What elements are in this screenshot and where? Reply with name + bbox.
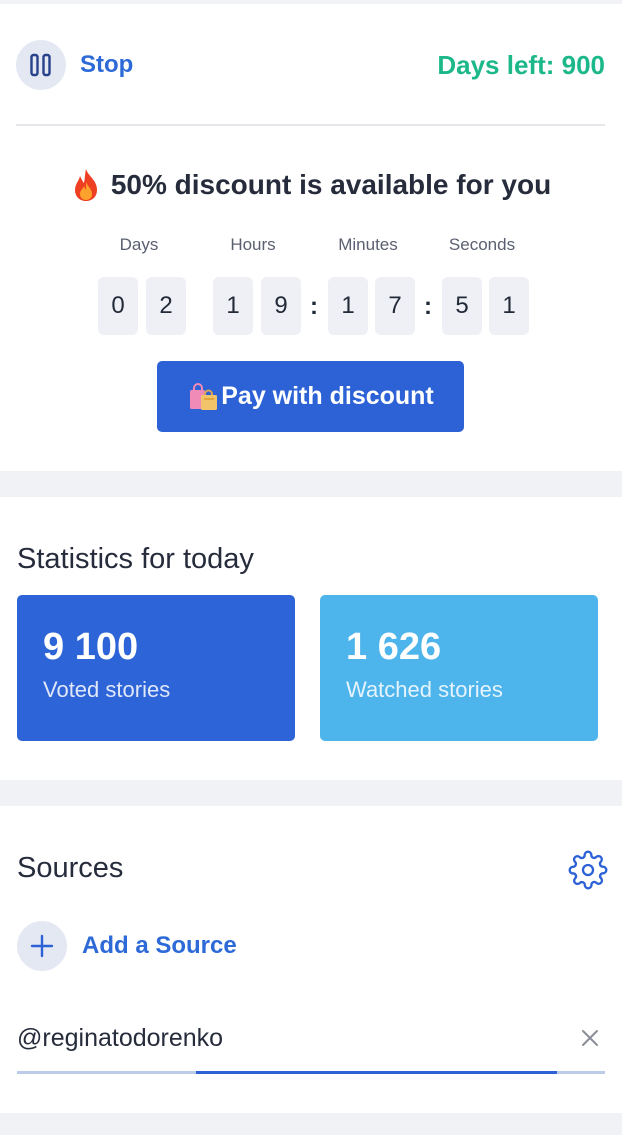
statistics-title: Statistics for today (17, 543, 254, 575)
pay-with-discount-button[interactable]: Pay with discount (157, 361, 464, 432)
minutes-label: Minutes (338, 235, 398, 254)
sources-title: Sources (17, 852, 124, 884)
close-icon[interactable] (578, 1026, 602, 1050)
section-divider (0, 471, 622, 497)
watched-stories-value: 1 626 (346, 626, 442, 668)
countdown-digit: 1 (213, 277, 253, 335)
header: Stop Days left: 900 (16, 40, 605, 90)
pause-icon[interactable] (16, 40, 66, 90)
section-divider (0, 780, 622, 806)
seconds-label: Seconds (448, 235, 516, 254)
countdown-digit: 9 (261, 277, 301, 335)
voted-stories-value: 9 100 (43, 626, 139, 668)
voted-stories-label: Voted stories (43, 677, 171, 702)
add-source-button[interactable]: Add a Source (17, 921, 237, 971)
countdown-digit: 1 (328, 277, 368, 335)
plus-icon[interactable] (17, 921, 67, 971)
countdown-digit: 1 (489, 277, 529, 335)
source-progress-fill (196, 1071, 558, 1074)
discount-title: 50% discount is available for you (0, 168, 622, 202)
section-divider (0, 1113, 622, 1135)
header-divider (16, 124, 605, 126)
pay-button-label[interactable]: Pay with discount (221, 382, 434, 411)
shopping-bags-icon (190, 382, 218, 410)
gear-icon[interactable] (568, 850, 608, 890)
countdown-digit: 7 (375, 277, 415, 335)
hours-label: Hours (230, 235, 276, 254)
add-source-label[interactable]: Add a Source (82, 932, 237, 960)
countdown-separator: : (424, 293, 432, 320)
watched-stories-label: Watched stories (346, 677, 503, 702)
top-divider (0, 0, 622, 4)
voted-stories-card: 9 100 Voted stories (17, 595, 295, 741)
watched-stories-card: 1 626 Watched stories (320, 595, 598, 741)
discount-title-text: 50% discount is available for you (110, 169, 552, 200)
countdown-digit: 2 (146, 277, 186, 335)
stop-button[interactable]: Stop (16, 40, 133, 90)
days-left-counter: Days left: 900 (437, 49, 605, 80)
source-name: @reginatodorenko (17, 1024, 224, 1052)
source-progress-track (17, 1071, 605, 1074)
fire-icon (74, 169, 97, 201)
days-label: Days (119, 235, 159, 254)
countdown-digit: 0 (98, 277, 138, 335)
countdown-separator: : (310, 293, 318, 320)
stop-label[interactable]: Stop (80, 51, 133, 79)
countdown-digit: 5 (442, 277, 482, 335)
